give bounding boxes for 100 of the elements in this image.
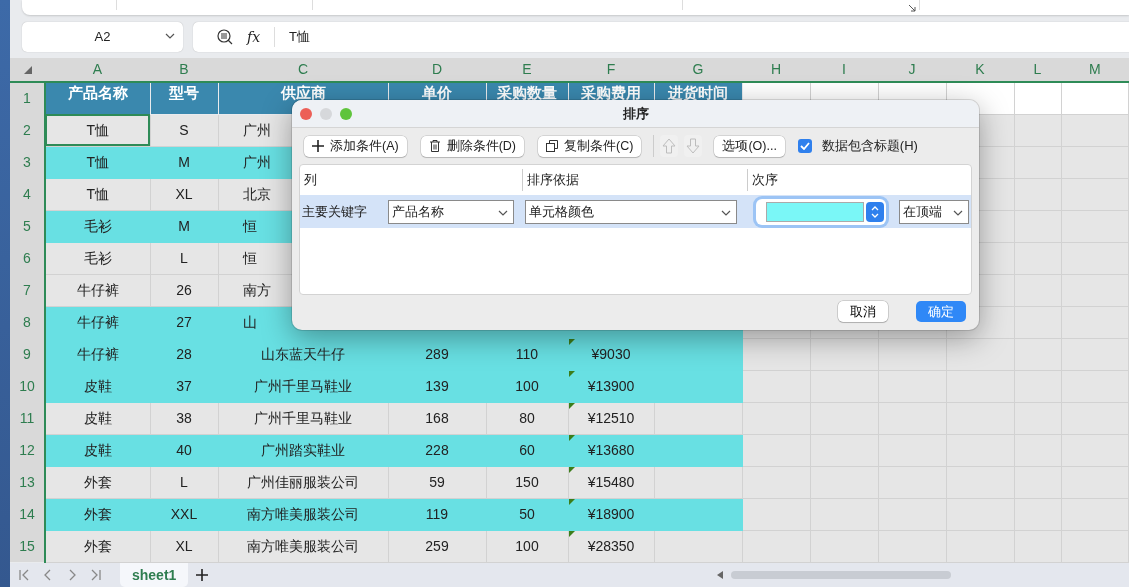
table-cell: ¥15480 (568, 466, 654, 498)
formula-field[interactable]: fx T恤 (193, 22, 1129, 52)
column-header[interactable]: J (878, 58, 946, 82)
chevron-down-icon (165, 33, 175, 39)
table-cell: ¥13900 (568, 370, 654, 402)
delete-condition-button[interactable]: 删除条件(D) (420, 135, 525, 157)
table-cell: T恤 (45, 114, 150, 146)
table-cell: 广州千里马鞋业 (218, 370, 388, 402)
options-button[interactable]: 选项(O)... (714, 135, 785, 157)
zoom-button[interactable] (340, 107, 352, 120)
expand-icon[interactable] (908, 4, 916, 12)
color-picker[interactable] (756, 198, 886, 225)
column-header[interactable]: K (946, 58, 1014, 82)
table-cell: 228 (388, 434, 486, 466)
row-header[interactable]: 7 (10, 274, 45, 306)
scroll-left-icon[interactable] (717, 571, 724, 579)
table-cell: 毛衫 (45, 242, 150, 274)
row-header[interactable]: 10 (10, 370, 45, 402)
table-cell: 南方唯美服装公司 (218, 530, 388, 562)
row-header[interactable]: 2 (10, 114, 45, 146)
table-cell: ¥13680 (568, 434, 654, 466)
sort-level-row[interactable]: 主要关键字 产品名称 单元格颜色 在顶端 (300, 195, 971, 228)
column-header[interactable]: L (1014, 58, 1061, 82)
table-cell: 289 (388, 338, 486, 370)
close-button[interactable] (300, 107, 312, 120)
row-header[interactable]: 14 (10, 498, 45, 530)
add-condition-button[interactable]: 添加条件(A) (304, 135, 407, 157)
sheet-tab[interactable]: sheet1 (120, 563, 189, 587)
column-header[interactable]: F (568, 58, 654, 82)
column-dropdown[interactable]: 产品名称 (388, 199, 514, 224)
column-heading: 排序依据 (522, 169, 747, 191)
table-cell: 100 (486, 530, 568, 562)
table-cell: S (150, 114, 218, 146)
column-header[interactable]: C (218, 58, 388, 82)
table-cell: 38 (150, 402, 218, 434)
zoom-icon[interactable] (217, 29, 233, 45)
checkbox[interactable] (797, 139, 812, 153)
table-cell: 皮鞋 (45, 370, 150, 402)
row-header[interactable]: 3 (10, 146, 45, 178)
chevron-down-icon (953, 209, 963, 216)
name-box-field[interactable]: A2 (22, 22, 183, 52)
column-title-cell: 产品名称 (45, 82, 150, 114)
table-cell: 40 (150, 434, 218, 466)
table-cell: M (150, 146, 218, 178)
table-cell: 牛仔裤 (45, 338, 150, 370)
row-header[interactable]: 1 (10, 82, 45, 114)
checkbox-label: 数据包含标题(H) (821, 137, 918, 156)
table-cell: 28 (150, 338, 218, 370)
table-cell: 广州佳丽服装公司 (218, 466, 388, 498)
table-cell: 110 (486, 338, 568, 370)
row-header[interactable]: 6 (10, 242, 45, 274)
row-header[interactable]: 4 (10, 178, 45, 210)
copy-condition-button[interactable]: 复制条件(C) (538, 135, 642, 157)
row-header[interactable]: 13 (10, 466, 45, 498)
column-header[interactable]: E (486, 58, 568, 82)
select-all-icon[interactable] (23, 66, 32, 75)
copy-icon (546, 140, 559, 152)
row-header[interactable]: 9 (10, 338, 45, 370)
table-cell: T恤 (45, 146, 150, 178)
function-label[interactable]: fx (247, 26, 261, 48)
table-cell: M (150, 210, 218, 242)
column-header[interactable]: A (45, 58, 150, 82)
table-cell: 皮鞋 (45, 434, 150, 466)
column-header[interactable]: H (742, 58, 810, 82)
table-cell: 皮鞋 (45, 402, 150, 434)
table-cell: 外套 (45, 530, 150, 562)
row-header[interactable]: 5 (10, 210, 45, 242)
table-cell: 259 (388, 530, 486, 562)
row-header[interactable]: 12 (10, 434, 45, 466)
add-sheet-icon[interactable] (196, 569, 209, 581)
table-cell: 50 (486, 498, 568, 530)
column-header[interactable]: B (150, 58, 218, 82)
table-cell: ¥28350 (568, 530, 654, 562)
trash-icon (428, 140, 441, 152)
plus-icon (312, 140, 324, 152)
ok-button[interactable]: 确定 (916, 301, 966, 322)
table-cell: 毛衫 (45, 210, 150, 242)
table-cell: 27 (150, 306, 218, 338)
column-header[interactable]: I (810, 58, 878, 82)
row-header[interactable]: 15 (10, 530, 45, 562)
table-cell: ¥9030 (568, 338, 654, 370)
table-cell: 南方唯美服装公司 (218, 498, 388, 530)
scrollbar-thumb[interactable] (731, 571, 952, 579)
table-cell: XXL (150, 498, 218, 530)
last-sheet-icon[interactable] (90, 569, 102, 581)
table-cell: 广州踏实鞋业 (218, 434, 388, 466)
sort-on-dropdown[interactable]: 单元格颜色 (525, 199, 737, 224)
first-sheet-icon[interactable] (18, 569, 30, 581)
row-header[interactable]: 11 (10, 402, 45, 434)
table-cell: 牛仔裤 (45, 274, 150, 306)
column-header[interactable]: M (1061, 58, 1129, 82)
position-dropdown[interactable]: 在顶端 (899, 199, 969, 224)
table-cell: 100 (486, 370, 568, 402)
table-cell: ¥12510 (568, 402, 654, 434)
column-header[interactable]: D (388, 58, 486, 82)
column-header[interactable]: G (654, 58, 742, 82)
cancel-button[interactable]: 取消 (838, 301, 888, 322)
row-header[interactable]: 8 (10, 306, 45, 338)
table-cell: T恤 (45, 178, 150, 210)
stepper-button[interactable] (866, 201, 884, 222)
